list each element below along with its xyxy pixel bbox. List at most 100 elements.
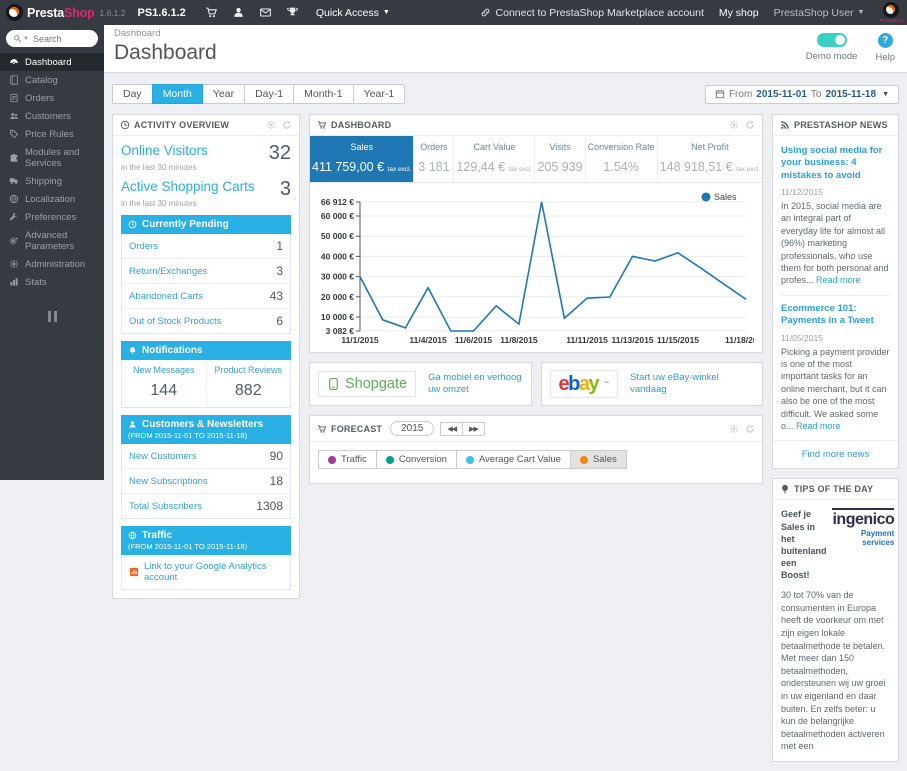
customers-notifications-icon[interactable] — [225, 6, 252, 19]
kpi-tab-visits[interactable]: Visits 205 939 — [534, 136, 584, 182]
breadcrumb[interactable]: Dashboard — [114, 28, 217, 39]
panel-settings-icon[interactable] — [729, 120, 739, 130]
notifications-header: Notifications — [121, 341, 291, 360]
pending-out-of-stock-row[interactable]: Out of Stock Products 6 — [122, 309, 290, 333]
svg-text:11/1/2015: 11/1/2015 — [341, 335, 379, 345]
range-year-1-button[interactable]: Year-1 — [352, 84, 406, 104]
find-more-news-link[interactable]: Find more news — [773, 440, 898, 468]
legend-traffic-button[interactable]: Traffic — [318, 450, 377, 469]
active-carts-subtitle: in the last 30 minutes — [121, 199, 197, 208]
sidebar-item-price-rules[interactable]: Price Rules — [0, 125, 104, 143]
sidebar-item-preferences[interactable]: Preferences — [0, 208, 104, 226]
link-icon — [480, 7, 491, 18]
panel-refresh-icon[interactable] — [282, 120, 292, 130]
prestashop-news-panel: PRESTASHOP NEWS Using social media for y… — [772, 114, 899, 470]
sidebar-collapse-button[interactable] — [44, 307, 61, 326]
sidebar-item-orders[interactable]: Orders — [0, 89, 104, 107]
ebay-logo[interactable]: ebay ™ — [549, 370, 619, 398]
legend-conversion-button[interactable]: Conversion — [375, 450, 457, 469]
customers-newsletters-list: New Customers 90 New Subscriptions 18 Tota… — [121, 444, 291, 519]
kpi-tab-conversion-rate[interactable]: Conversion Rate 1.54% — [584, 136, 657, 182]
kpi-tab-cart-value[interactable]: Cart Value 129,44 € tax excl. — [453, 136, 534, 182]
help-icon[interactable]: ? — [877, 33, 893, 48]
sidebar-menu: Dashboard Catalog Orders Customers Price… — [0, 53, 104, 291]
sidebar-item-customers[interactable]: Customers — [0, 107, 104, 125]
online-visitors-value: 32 — [268, 142, 291, 164]
ebay-link[interactable]: Start uw eBay-winkel vandaag — [630, 372, 754, 396]
person-icon — [128, 420, 137, 429]
search-icon — [13, 34, 22, 43]
new-messages-cell[interactable]: New Messages 144 — [122, 360, 206, 407]
date-range-button[interactable]: From 2015-11-01 To 2015-11-18 ▼ — [704, 84, 899, 104]
help-control[interactable]: ? Help — [875, 33, 895, 63]
total-subscribers-row[interactable]: Total Subscribers 1308 — [122, 494, 290, 518]
prestashop-logo[interactable]: PrestaShop 1.6.1.2 — [0, 4, 131, 21]
my-shop-link[interactable]: My shop — [719, 7, 759, 19]
ingenico-logo[interactable]: ingenico Payment services — [832, 508, 895, 547]
pending-orders-row[interactable]: Orders 1 — [122, 234, 290, 259]
news-article-title[interactable]: Ecommerce 101: Payments in a Tweet — [781, 303, 890, 328]
news-article-date: 11/05/2015 — [781, 332, 823, 343]
panel-refresh-icon[interactable] — [745, 424, 755, 434]
pending-abandoned-carts-row[interactable]: Abandoned Carts 43 — [122, 284, 290, 309]
shopgate-link[interactable]: Ga mobiel en verhoog uw omzet — [428, 372, 522, 396]
messages-notifications-icon[interactable] — [252, 6, 279, 19]
range-day-button[interactable]: Day — [112, 84, 153, 104]
marketplace-link[interactable]: Connect to PrestaShop Marketplace accoun… — [480, 7, 704, 19]
caret-down-icon: ▼ — [23, 35, 29, 42]
sidebar-item-advanced-parameters[interactable]: Advanced Parameters — [0, 226, 104, 255]
legend-sales-button[interactable]: Sales — [569, 450, 627, 469]
sidebar-item-shipping[interactable]: Shipping — [0, 172, 104, 190]
forecast-next-button[interactable]: ▶▶ — [462, 421, 485, 436]
range-year-button[interactable]: Year — [201, 84, 246, 104]
panel-settings-icon[interactable] — [266, 120, 276, 130]
google-analytics-link[interactable]: Link to your Google Analytics account — [121, 555, 291, 590]
sidebar-item-stats[interactable]: Stats — [0, 273, 104, 291]
range-month-1-button[interactable]: Month-1 — [293, 84, 354, 104]
avatar[interactable]: PrestaShop — [879, 1, 903, 24]
svg-text:11/13/2015: 11/13/2015 — [611, 335, 653, 345]
kpi-tab-sales[interactable]: Sales 411 759,00 € tax excl. — [310, 136, 414, 182]
search-scope-selector[interactable]: ▼ — [13, 34, 29, 43]
date-from-value: 2015-11-01 — [756, 88, 807, 100]
truck-icon — [9, 176, 19, 186]
new-customers-row[interactable]: New Customers 90 — [122, 444, 290, 469]
kpi-tab-net-profit[interactable]: Net Profit 148 918,51 € tax excl. — [656, 136, 762, 182]
shop-name-link[interactable]: PS1.6.1.2 — [137, 7, 185, 19]
panel-settings-icon[interactable] — [729, 424, 739, 434]
demo-mode-control[interactable]: Demo mode — [806, 33, 857, 62]
new-subscriptions-row[interactable]: New Subscriptions 18 — [122, 469, 290, 494]
badges-icon[interactable] — [279, 6, 306, 19]
product-reviews-cell[interactable]: Product Reviews 882 — [205, 360, 291, 407]
kpi-tab-orders[interactable]: Orders 3 181 — [413, 136, 453, 182]
read-more-link[interactable]: Read more — [796, 421, 841, 431]
panel-refresh-icon[interactable] — [745, 120, 755, 130]
legend-average-cart-value-button[interactable]: Average Cart Value — [455, 450, 571, 469]
sidebar-item-dashboard[interactable]: Dashboard — [0, 53, 104, 71]
pending-returns-row[interactable]: Return/Exchanges 3 — [122, 259, 290, 284]
forecast-prev-button[interactable]: ◀◀ — [440, 421, 464, 436]
sidebar-item-administration[interactable]: Administration — [0, 255, 104, 273]
online-visitors-stat[interactable]: Online Visitors 32 — [121, 143, 291, 163]
cart-notifications-icon[interactable] — [198, 6, 225, 19]
shopgate-logo[interactable]: Shopgate — [318, 371, 417, 397]
sidebar-item-modules[interactable]: Modules and Services — [0, 143, 104, 172]
svg-text:60 000 €: 60 000 € — [321, 211, 354, 221]
range-month-button[interactable]: Month — [151, 84, 203, 104]
news-article-title[interactable]: Using social media for your business: 4 … — [781, 145, 890, 182]
demo-mode-toggle[interactable] — [816, 33, 847, 47]
quick-access-menu[interactable]: Quick Access ▼ — [316, 7, 390, 19]
kpi-tabs: Sales 411 759,00 € tax excl. Orders 3 18… — [310, 136, 762, 183]
read-more-link[interactable]: Read more — [816, 275, 861, 285]
activity-overview-panel: ACTIVITY OVERVIEW Online Visitors 32 in … — [112, 114, 300, 599]
sidebar-item-catalog[interactable]: Catalog — [0, 71, 104, 89]
sidebar-item-localization[interactable]: Localization — [0, 190, 104, 208]
user-menu[interactable]: PrestaShop User ▼ — [774, 7, 865, 19]
notifications-list: New Messages 144 Product Reviews 882 — [121, 360, 291, 408]
topbar: PrestaShop 1.6.1.2 PS1.6.1.2 Quick Acces… — [0, 0, 907, 25]
fast-forward-icon: ▶▶ — [469, 425, 479, 433]
active-carts-stat[interactable]: Active Shopping Carts 3 — [121, 179, 291, 199]
news-article-date: 11/12/2015 — [781, 187, 823, 198]
range-day-1-button[interactable]: Day-1 — [244, 84, 295, 104]
forecast-year: 2015 — [390, 421, 435, 436]
